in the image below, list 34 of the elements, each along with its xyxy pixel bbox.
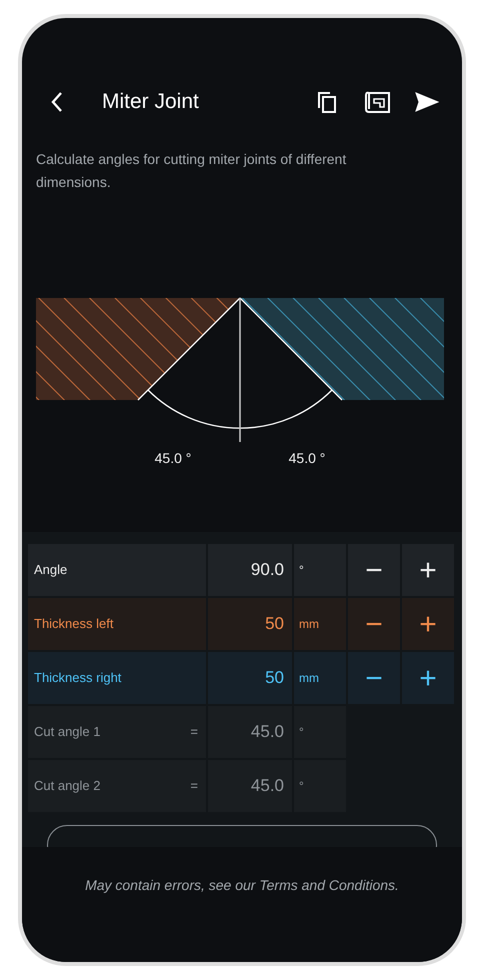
screen-title: Miter Joint xyxy=(102,89,199,116)
unit-cell: ° xyxy=(294,706,346,758)
angle-label: 45.0 ° xyxy=(154,450,192,466)
angle-label: 45.0 ° xyxy=(288,450,326,466)
decrement-button[interactable]: − xyxy=(348,652,400,704)
increment-button[interactable]: + xyxy=(402,544,454,596)
unit-cell: ° xyxy=(294,544,346,596)
back-icon xyxy=(50,91,64,113)
send-icon xyxy=(415,92,439,112)
value-field: 45.0 xyxy=(208,760,292,812)
disclaimer-text: May contain errors, see our Terms and Conditions. xyxy=(84,876,400,895)
row-label: Thickness right xyxy=(34,669,122,688)
equals-sign: = xyxy=(190,723,198,742)
copy-icon xyxy=(316,90,338,114)
send-button[interactable] xyxy=(414,89,440,115)
decrement-button[interactable]: − xyxy=(348,598,400,650)
unit-cell: mm xyxy=(294,652,346,704)
row-label: Thickness left xyxy=(34,615,114,634)
decrement-button[interactable]: − xyxy=(348,544,400,596)
value-field[interactable]: 90.0 xyxy=(208,544,292,596)
increment-button[interactable]: + xyxy=(402,598,454,650)
row-label: Angle xyxy=(34,561,68,580)
description-text: Calculate angles for cutting miter joints of different dimensions. xyxy=(36,150,348,192)
blueprint-button[interactable] xyxy=(364,89,392,115)
blueprint-icon xyxy=(365,90,391,114)
increment-button[interactable]: + xyxy=(402,652,454,704)
row-label: Cut angle 2 xyxy=(34,777,102,796)
equals-sign: = xyxy=(190,777,198,796)
value-field: 45.0 xyxy=(208,706,292,758)
value-field[interactable]: 50 xyxy=(208,652,292,704)
unit-cell: mm xyxy=(294,598,346,650)
row-label: Cut angle 1 xyxy=(34,723,102,742)
unit-cell: ° xyxy=(294,760,346,812)
value-field[interactable]: 50 xyxy=(208,598,292,650)
